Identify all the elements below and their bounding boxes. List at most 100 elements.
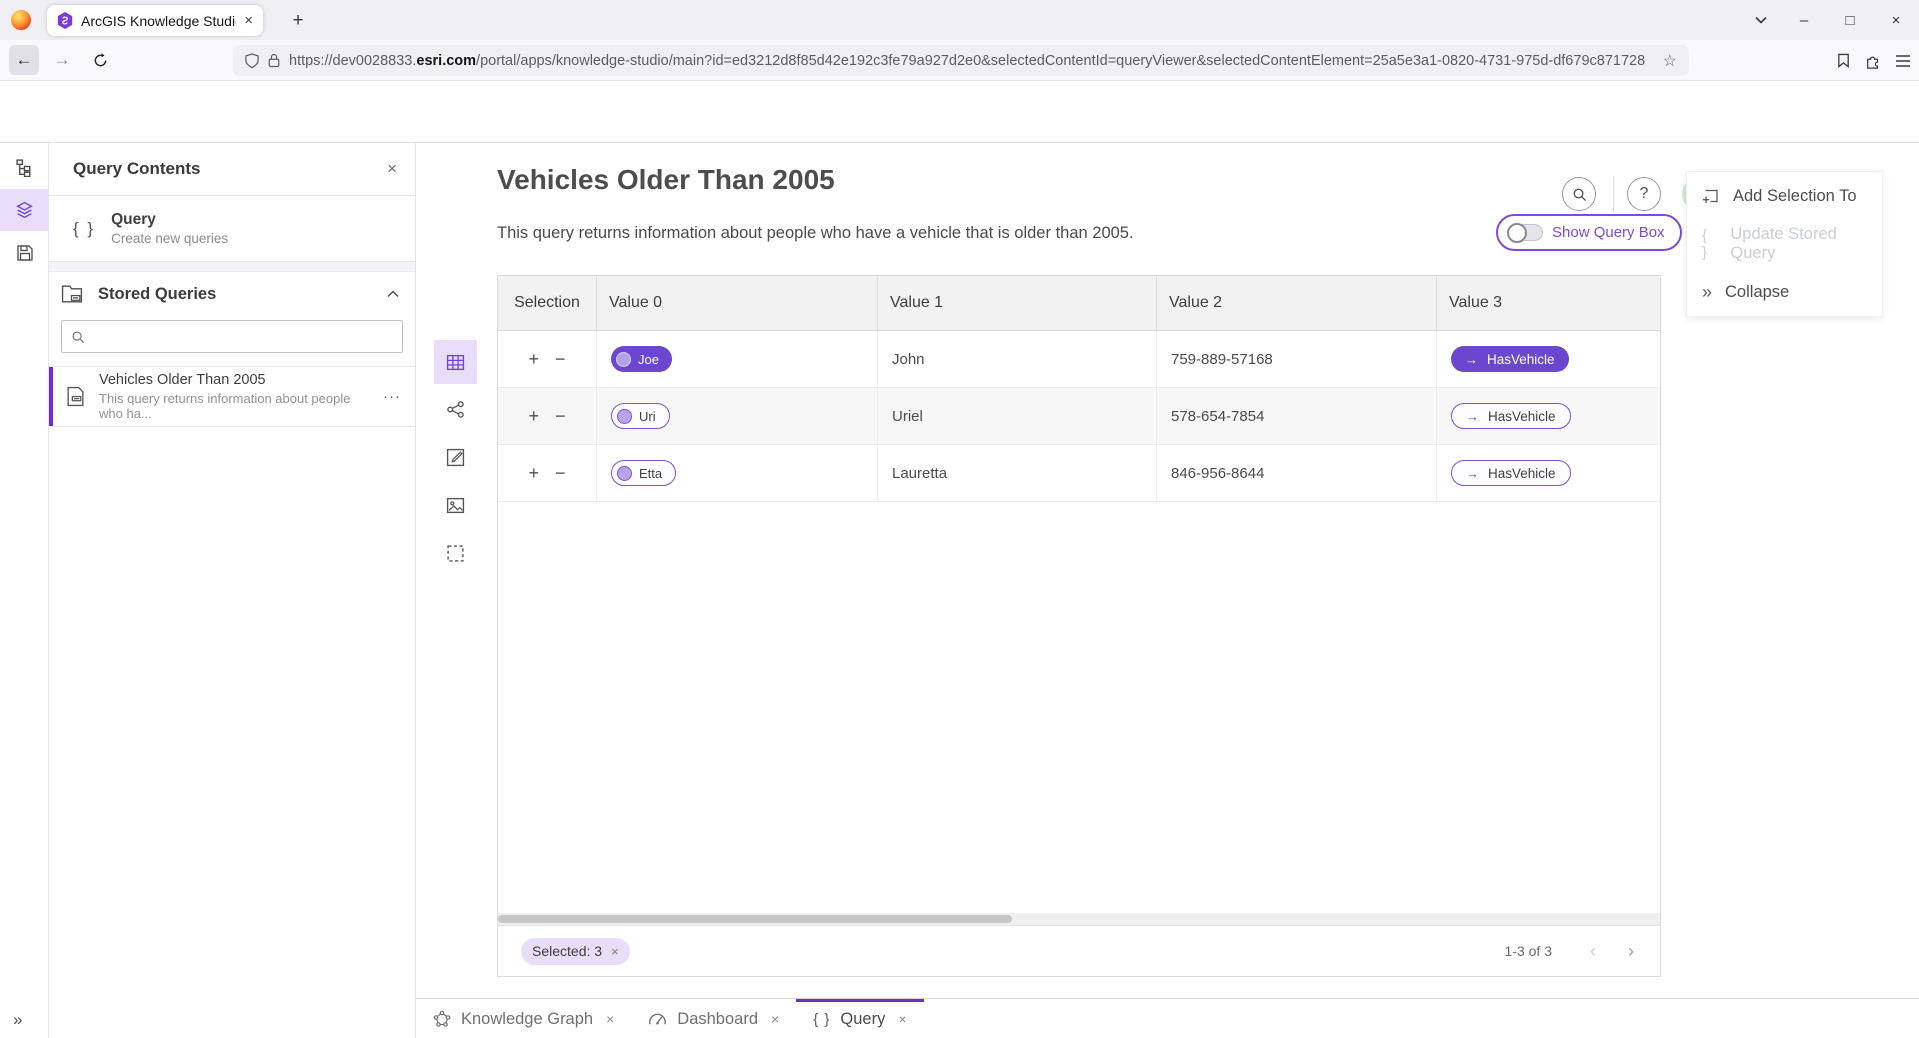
tab-knowledge-graph[interactable]: Knowledge Graph × <box>416 999 631 1038</box>
more-options-icon[interactable]: ··· <box>383 388 401 405</box>
clear-selection-icon[interactable]: × <box>611 944 619 959</box>
layers-icon[interactable] <box>0 189 49 231</box>
braces-icon: { } <box>73 219 95 239</box>
relationship-pill[interactable]: →HasVehicle <box>1451 460 1571 486</box>
relationship-pill[interactable]: →HasVehicle <box>1451 403 1571 429</box>
link-analysis-icon[interactable] <box>434 386 477 432</box>
show-query-box-label: Show Query Box <box>1552 224 1665 241</box>
results-table: Selection Value 0 Value 1 Value 2 Value … <box>497 275 1661 977</box>
pocket-icon[interactable] <box>1836 53 1851 69</box>
list-tabs-icon[interactable] <box>1741 0 1781 40</box>
query-item-title: Query <box>111 211 228 229</box>
image-view-icon[interactable] <box>434 482 477 528</box>
stored-queries-search[interactable] <box>61 320 403 353</box>
cell-value: John <box>878 331 1157 387</box>
cell-value: 846-956-8644 <box>1157 445 1437 501</box>
lock-icon[interactable] <box>268 53 280 68</box>
show-query-box-toggle[interactable]: Show Query Box <box>1496 214 1682 251</box>
query-item[interactable]: { } Query Create new queries <box>49 196 415 262</box>
bookmark-star-icon[interactable]: ☆ <box>1663 51 1677 71</box>
stored-query-item[interactable]: Vehicles Older Than 2005 This query retu… <box>49 366 415 427</box>
table-row: + − Etta Lauretta 846-956-8644 →HasVehic… <box>498 445 1660 502</box>
table-footer: Selected: 3 × 1-3 of 3 ‹ › <box>498 925 1660 976</box>
stored-queries-title: Stored Queries <box>98 285 373 304</box>
firefox-icon[interactable] <box>11 10 31 30</box>
menu-item-add-selection-to[interactable]: Add Selection To <box>1687 172 1882 220</box>
browser-nav-bar: ← → https://dev0028833.esri.com/portal/a… <box>0 40 1919 81</box>
knowledge-graph-icon <box>433 1010 451 1028</box>
tab-dashboard[interactable]: Dashboard × <box>631 999 796 1038</box>
browser-tab-bar: ArcGIS Knowledge Studio × + – □ × <box>0 0 1919 40</box>
page-description: This query returns information about peo… <box>497 224 1134 243</box>
tab-close-icon[interactable]: × <box>606 1011 614 1027</box>
data-model-icon[interactable] <box>0 145 49 189</box>
help-button[interactable]: ? <box>1627 177 1661 211</box>
minimize-button[interactable]: – <box>1781 0 1827 40</box>
previous-page-button[interactable]: ‹ <box>1582 941 1604 962</box>
url-text[interactable]: https://dev0028833.esri.com/portal/apps/… <box>289 53 1654 69</box>
selection-tool-icon[interactable] <box>434 530 477 576</box>
page-title: Vehicles Older Than 2005 <box>497 164 835 196</box>
column-header: Value 3 <box>1437 276 1660 330</box>
relationship-pill[interactable]: →HasVehicle <box>1451 346 1569 372</box>
stored-query-description: This query returns information about peo… <box>99 391 369 421</box>
table-view-icon[interactable] <box>434 340 477 384</box>
add-to-selection-button[interactable]: + <box>528 464 539 482</box>
expand-rail-icon[interactable]: » <box>0 1010 49 1030</box>
back-button[interactable]: ← <box>9 45 39 75</box>
menu-item-update-stored-query[interactable]: { } Update Stored Query <box>1687 220 1882 268</box>
tracking-shield-icon[interactable] <box>245 53 259 69</box>
menu-hamburger-icon[interactable] <box>1895 54 1911 68</box>
braces-icon: { } <box>1702 227 1717 261</box>
chevron-up-icon[interactable] <box>387 290 399 298</box>
column-header: Value 1 <box>878 276 1157 330</box>
arrow-right-icon: → <box>1466 466 1479 481</box>
pagination-range: 1-3 of 3 <box>1505 943 1552 959</box>
content-tab-strip: Knowledge Graph × Dashboard × { } Query … <box>416 998 1919 1038</box>
remove-from-selection-button[interactable]: − <box>555 407 566 425</box>
extensions-icon[interactable] <box>1865 53 1881 69</box>
next-page-button[interactable]: › <box>1620 941 1642 962</box>
arcgis-favicon <box>57 12 73 29</box>
maximize-button[interactable]: □ <box>1827 0 1873 40</box>
query-item-subtitle: Create new queries <box>111 231 228 246</box>
scrollbar-thumb[interactable] <box>498 915 1012 923</box>
entity-pill[interactable]: Uri <box>611 403 670 429</box>
cell-value: 578-654-7854 <box>1157 388 1437 444</box>
entity-dot-icon <box>617 466 632 481</box>
stored-query-title: Vehicles Older Than 2005 <box>99 372 369 388</box>
forward-button[interactable]: → <box>47 45 77 75</box>
table-row: + − Uri Uriel 578-654-7854 →HasVehicle <box>498 388 1660 445</box>
remove-from-selection-button[interactable]: − <box>555 350 566 368</box>
dashboard-gauge-icon <box>648 1011 667 1028</box>
entity-dot-icon <box>617 409 632 424</box>
reload-button[interactable] <box>85 45 115 75</box>
search-input[interactable] <box>93 329 393 345</box>
cell-value: Lauretta <box>878 445 1157 501</box>
view-strip <box>434 340 477 576</box>
cell-value: Uriel <box>878 388 1157 444</box>
new-tab-button[interactable]: + <box>283 6 313 36</box>
browser-tab[interactable]: ArcGIS Knowledge Studio × <box>47 5 263 36</box>
panel-close-icon[interactable]: × <box>387 159 397 179</box>
tab-close-icon[interactable]: × <box>244 12 253 29</box>
remove-from-selection-button[interactable]: − <box>555 464 566 482</box>
menu-item-collapse[interactable]: » Collapse <box>1687 268 1882 316</box>
panel-title: Query Contents <box>73 159 387 179</box>
stored-queries-header[interactable]: Stored Queries <box>49 272 415 316</box>
tab-close-icon[interactable]: × <box>771 1011 779 1027</box>
window-close-button[interactable]: × <box>1873 0 1919 40</box>
add-to-selection-button[interactable]: + <box>528 350 539 368</box>
entity-pill[interactable]: Etta <box>611 460 676 486</box>
browser-tab-title: ArcGIS Knowledge Studio <box>81 13 236 29</box>
add-to-selection-button[interactable]: + <box>528 407 539 425</box>
tab-query[interactable]: { } Query × <box>796 999 923 1038</box>
horizontal-scrollbar[interactable] <box>498 913 1660 925</box>
entity-pill[interactable]: Joe <box>611 346 672 372</box>
toggle-switch[interactable] <box>1507 224 1543 241</box>
search-button[interactable] <box>1562 177 1596 211</box>
tab-close-icon[interactable]: × <box>898 1011 906 1027</box>
url-bar[interactable]: https://dev0028833.esri.com/portal/apps/… <box>233 45 1689 76</box>
chart-edit-icon[interactable] <box>434 434 477 480</box>
save-icon[interactable] <box>0 231 49 275</box>
